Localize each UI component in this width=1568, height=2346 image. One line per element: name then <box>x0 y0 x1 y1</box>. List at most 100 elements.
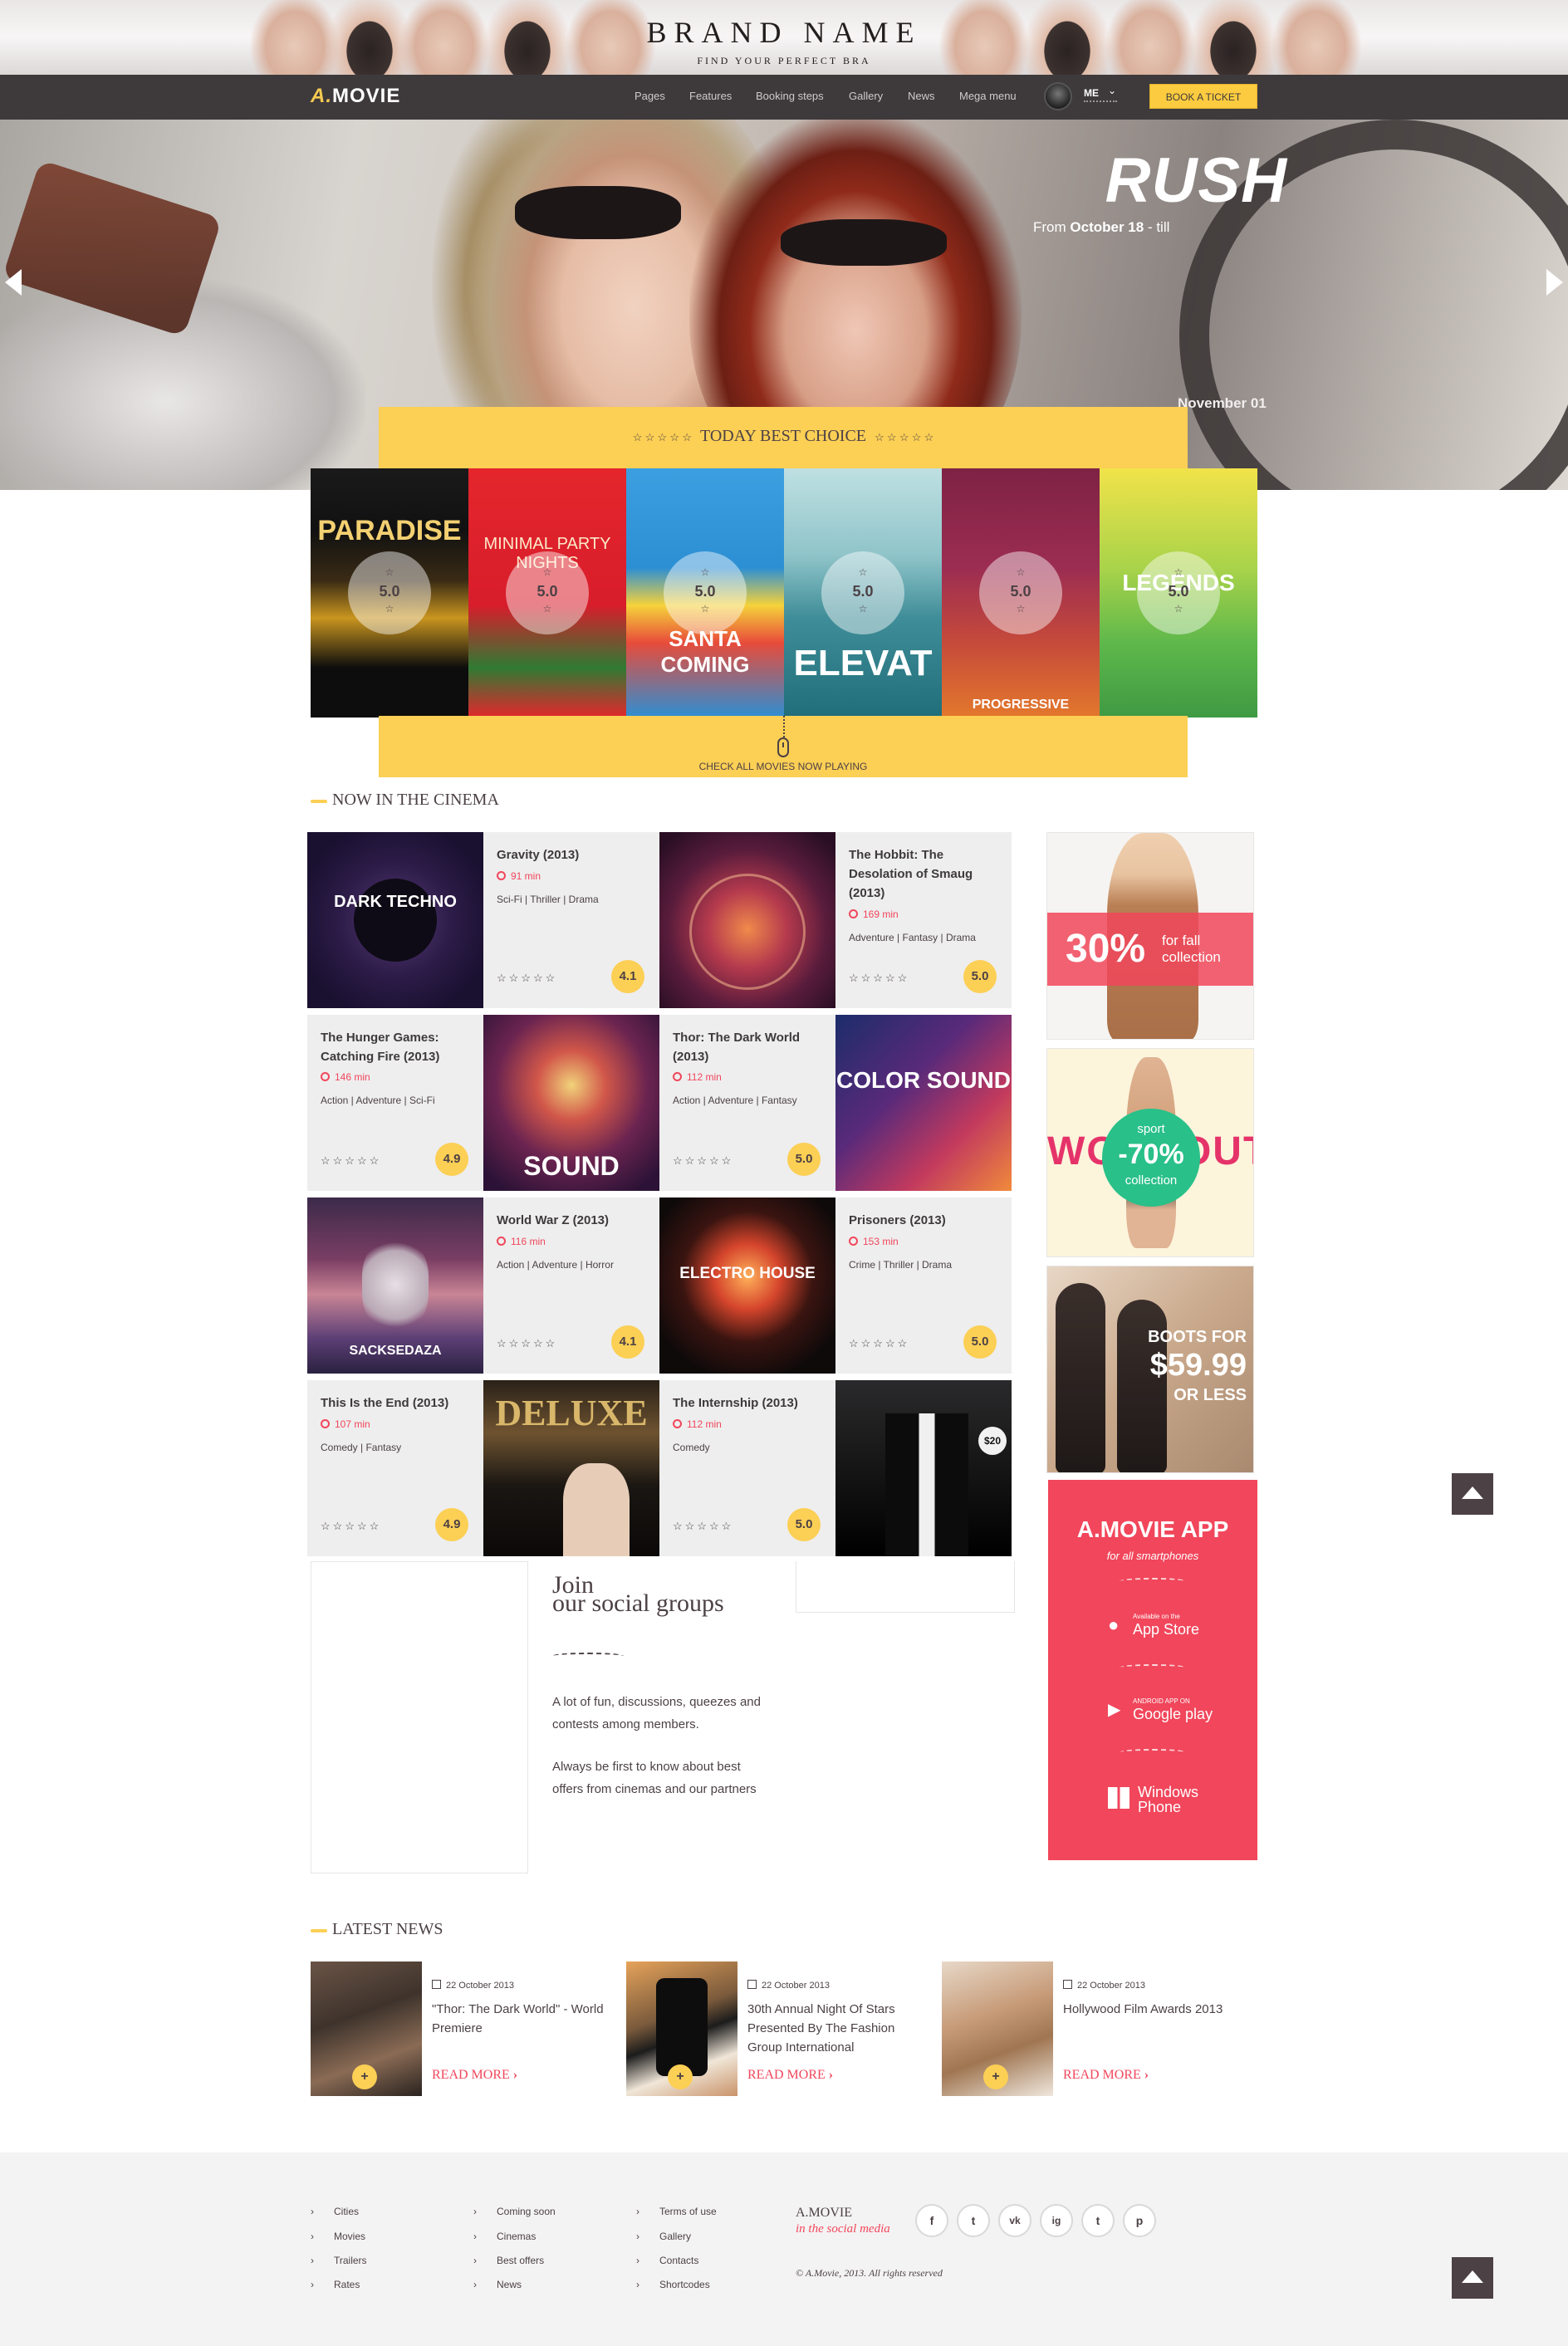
news-title[interactable]: 30th Annual Night Of Stars Presented By … <box>747 2000 930 2057</box>
ad-boot-image <box>1056 1283 1105 1472</box>
user-avatar[interactable] <box>1044 82 1072 110</box>
movie-title[interactable]: The Internship (2013) <box>673 1393 822 1413</box>
movie-title[interactable]: Gravity (2013) <box>497 845 646 864</box>
footer-link[interactable]: Contacts <box>636 2255 699 2266</box>
nav-item-mega-menu[interactable]: Mega menu <box>959 90 1017 102</box>
nav-item-pages[interactable]: Pages <box>635 90 665 102</box>
chevron-down-icon[interactable]: ⌄ <box>1108 85 1116 96</box>
movie-poster[interactable]: ELECTRO HOUSE <box>659 1197 835 1374</box>
footer-link[interactable]: News <box>473 2279 522 2290</box>
footer-link[interactable]: Rates <box>311 2279 360 2290</box>
movie-card[interactable]: Prisoners (2013) 153 min Crime | Thrille… <box>835 1197 1012 1374</box>
scroll-to-top-button[interactable] <box>1452 1473 1493 1515</box>
news-image[interactable]: + <box>311 1962 422 2096</box>
book-ticket-button[interactable]: BOOK A TICKET <box>1149 84 1257 109</box>
movie-title[interactable]: World War Z (2013) <box>497 1211 646 1230</box>
movie-card[interactable]: The Hobbit: The Desolation of Smaug (201… <box>835 832 1012 1008</box>
movie-poster[interactable]: DELUXE <box>483 1380 659 1556</box>
best-choice-poster[interactable]: PROGRESSIVE ☆ 5.0 ☆ <box>942 468 1100 718</box>
instagram-icon[interactable]: ig <box>1040 2204 1073 2237</box>
rating-stars-icon[interactable]: ☆☆☆☆☆ <box>673 1520 733 1533</box>
facebook-icon[interactable]: f <box>915 2204 948 2237</box>
movie-title[interactable]: This Is the End (2013) <box>321 1393 470 1413</box>
slider-next-icon[interactable] <box>1546 269 1563 296</box>
vk-icon[interactable]: vk <box>998 2204 1031 2237</box>
read-more-link[interactable]: READ MORE › <box>432 2068 517 2083</box>
site-logo[interactable]: A.MOVIE <box>311 85 400 108</box>
movie-title[interactable]: The Hobbit: The Desolation of Smaug (201… <box>849 845 998 903</box>
footer-link[interactable]: Terms of use <box>636 2206 717 2217</box>
ad-banner-workout[interactable]: WORKOUT sport -70% collection <box>1046 1048 1254 1257</box>
rating-stars-icon[interactable]: ☆☆☆☆☆ <box>849 1337 909 1350</box>
check-all-movies-link[interactable]: CHECK ALL MOVIES NOW PLAYING <box>379 761 1188 772</box>
price-badge: $20 <box>978 1427 1007 1455</box>
movie-poster[interactable]: SACKSEDAZA <box>307 1197 483 1374</box>
nav-item-features[interactable]: Features <box>689 90 732 102</box>
footer-link[interactable]: Movies <box>311 2231 365 2242</box>
read-more-link[interactable]: READ MORE › <box>747 2068 833 2083</box>
tumblr-icon[interactable]: t <box>1081 2204 1115 2237</box>
best-choice-header: ☆ ☆ ☆ ☆ ☆ TODAY BEST CHOICE ☆ ☆ ☆ ☆ ☆ <box>379 407 1188 468</box>
footer-link[interactable]: Cities <box>311 2206 359 2217</box>
movie-poster[interactable]: COLOR SOUND <box>835 1015 1012 1191</box>
movie-card[interactable]: This Is the End (2013) 107 min Comedy | … <box>307 1380 483 1556</box>
ad-discount: 30% <box>1066 927 1146 971</box>
best-choice-poster[interactable]: ELEVAT ☆ 5.0 ☆ <box>784 468 942 718</box>
movie-card[interactable]: Thor: The Dark World (2013) 112 min Acti… <box>659 1015 835 1191</box>
user-menu-label[interactable]: ME <box>1084 87 1099 99</box>
movie-genre: Comedy <box>673 1442 710 1453</box>
movie-card[interactable]: Gravity (2013) 91 min Sci-Fi | Thriller … <box>483 832 659 1008</box>
plus-icon[interactable]: + <box>352 2064 377 2089</box>
best-choice-poster[interactable]: PARADISE ☆ 5.0 ☆ <box>311 468 468 718</box>
rating-stars-icon[interactable]: ☆☆☆☆☆ <box>497 972 557 985</box>
footer-link[interactable]: Best offers <box>473 2255 544 2266</box>
movie-poster[interactable] <box>659 832 835 1008</box>
ad-badge-discount: -70% <box>1118 1139 1184 1170</box>
movie-title[interactable]: Thor: The Dark World (2013) <box>673 1028 822 1066</box>
footer-link[interactable]: Gallery <box>636 2231 691 2242</box>
news-image[interactable]: + <box>626 1962 737 2096</box>
best-choice-poster[interactable]: SANTA COMING ☆ 5.0 ☆ <box>626 468 784 718</box>
news-title[interactable]: Hollywood Film Awards 2013 <box>1063 2000 1246 2019</box>
rating-stars-icon[interactable]: ☆☆☆☆☆ <box>321 1520 381 1533</box>
movie-poster[interactable]: SOUND <box>483 1015 659 1191</box>
footer-link[interactable]: Coming soon <box>473 2206 556 2217</box>
movie-poster[interactable]: DARK TECHNO <box>307 832 483 1008</box>
movie-title[interactable]: The Hunger Games: Catching Fire (2013) <box>321 1028 470 1066</box>
poster-title: ELECTRO HOUSE <box>679 1265 816 1282</box>
nav-item-booking-steps[interactable]: Booking steps <box>756 90 824 102</box>
movie-duration-text: 91 min <box>511 870 541 882</box>
movie-title[interactable]: Prisoners (2013) <box>849 1211 998 1230</box>
rating-stars-icon[interactable]: ☆☆☆☆☆ <box>849 972 909 985</box>
poster-title: DARK TECHNO <box>334 893 457 911</box>
movie-card[interactable]: The Hunger Games: Catching Fire (2013) 1… <box>307 1015 483 1191</box>
movie-card[interactable]: World War Z (2013) 116 min Action | Adve… <box>483 1197 659 1374</box>
news-title[interactable]: "Thor: The Dark World" - World Premiere <box>432 2000 615 2038</box>
ad-banner-boots[interactable]: BOOTS FOR $59.99 OR LESS <box>1046 1266 1254 1473</box>
poster-rating: 5.0 <box>852 583 874 600</box>
rating-stars-icon[interactable]: ☆☆☆☆☆ <box>321 1154 381 1168</box>
plus-icon[interactable]: + <box>983 2064 1008 2089</box>
ad-banner-fall[interactable]: 30% for fall collection <box>1046 832 1254 1040</box>
read-more-link[interactable]: READ MORE › <box>1063 2068 1149 2083</box>
twitter-icon[interactable]: t <box>957 2204 990 2237</box>
scroll-to-top-button[interactable] <box>1452 2257 1493 2299</box>
footer-link[interactable]: Shortcodes <box>636 2279 710 2290</box>
nav-item-gallery[interactable]: Gallery <box>849 90 883 102</box>
poster-title: SACKSEDAZA <box>349 1344 442 1358</box>
movie-poster[interactable]: $20 <box>835 1380 1012 1556</box>
news-image[interactable]: + <box>942 1962 1053 2096</box>
pinterest-icon[interactable]: p <box>1123 2204 1156 2237</box>
best-choice-poster[interactable]: LEGENDS ☆ 5.0 ☆ <box>1100 468 1257 718</box>
hero-from-suffix: - till <box>1147 219 1170 235</box>
footer-link[interactable]: Trailers <box>311 2255 366 2266</box>
movie-card[interactable]: The Internship (2013) 112 min Comedy ☆☆☆… <box>659 1380 835 1556</box>
rating-stars-icon[interactable]: ☆☆☆☆☆ <box>497 1337 557 1350</box>
rating-stars-icon[interactable]: ☆☆☆☆☆ <box>673 1154 733 1168</box>
brand-banner[interactable]: BRAND NAME FIND YOUR PERFECT BRA <box>0 0 1568 75</box>
footer-link[interactable]: Cinemas <box>473 2231 537 2242</box>
slider-prev-icon[interactable] <box>5 269 22 296</box>
best-choice-poster[interactable]: MINIMAL PARTY NIGHTS ☆ 5.0 ☆ <box>468 468 626 718</box>
plus-icon[interactable]: + <box>668 2064 693 2089</box>
nav-item-news[interactable]: News <box>908 90 935 102</box>
